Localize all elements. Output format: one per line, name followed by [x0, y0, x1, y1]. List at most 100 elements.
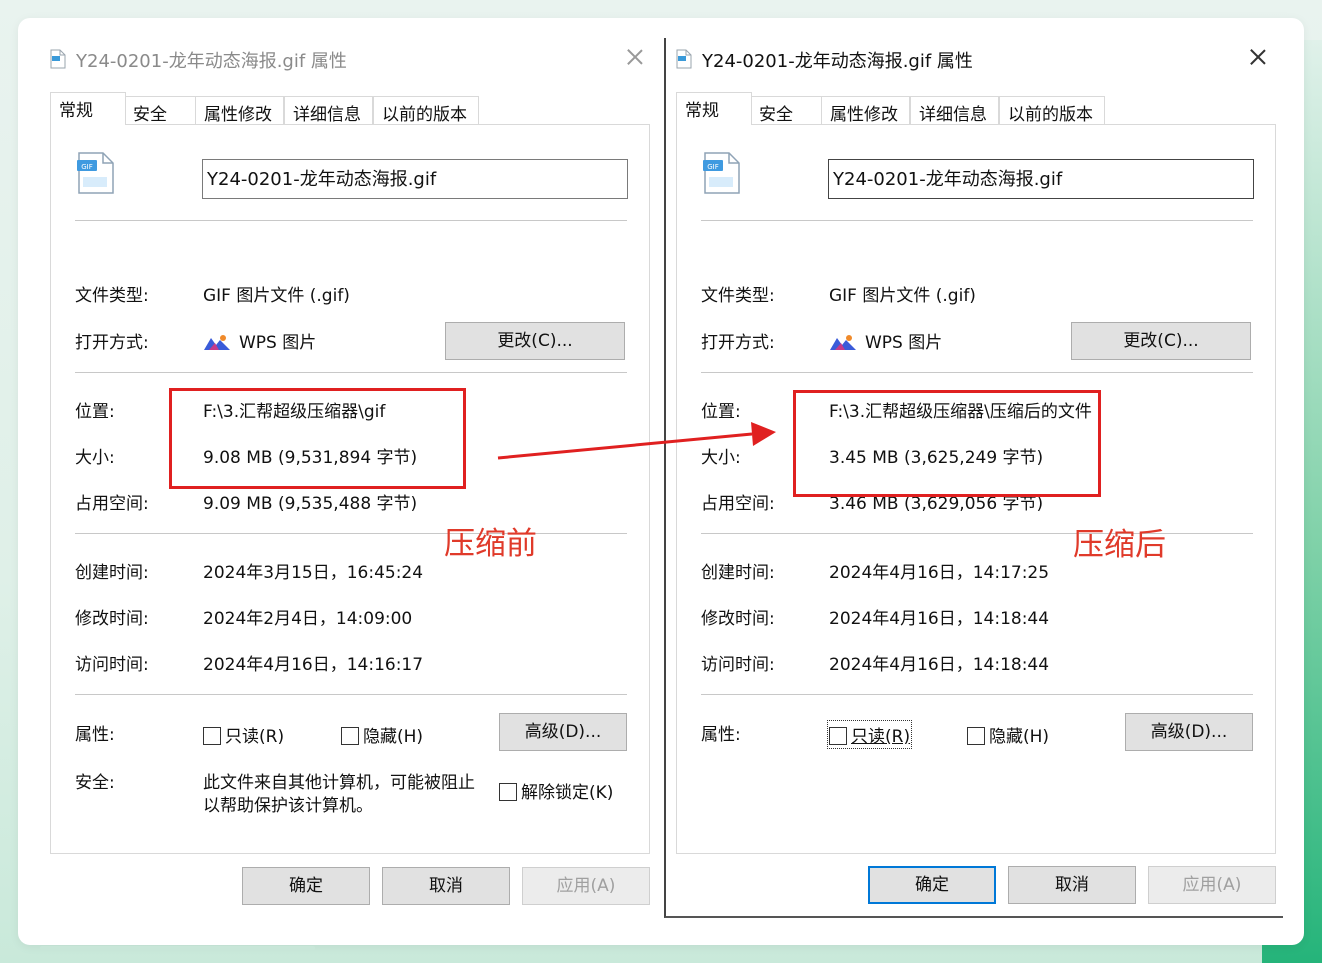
open-with-value: WPS 图片	[829, 328, 942, 353]
readonly-checkbox-label: 只读(R)	[225, 727, 285, 747]
accessed-value: 2024年4月16日，14:16:17	[203, 655, 424, 675]
unblock-checkbox[interactable]: 解除锁定(K)	[499, 778, 613, 803]
accessed-value: 2024年4月16日，14:18:44	[829, 655, 1050, 675]
readonly-checkbox[interactable]: 只读(R)	[826, 720, 913, 749]
size-label: 大小:	[75, 448, 115, 468]
unblock-checkbox-label: 解除锁定(K)	[521, 783, 614, 803]
hidden-checkbox-label: 隐藏(H)	[989, 727, 1050, 747]
divider	[75, 533, 627, 534]
divider	[75, 220, 627, 221]
attributes-label: 属性:	[701, 725, 741, 745]
file-name-field[interactable]: Y24-0201-龙年动态海报.gif	[202, 159, 628, 199]
highlight-box-after	[793, 390, 1101, 497]
attributes-label: 属性:	[75, 725, 115, 745]
readonly-checkbox[interactable]: 只读(R)	[203, 722, 284, 747]
divider	[701, 533, 1253, 534]
tab-previous-versions[interactable]: 以前的版本	[373, 96, 479, 125]
advanced-button[interactable]: 高级(D)...	[1125, 713, 1253, 751]
apply-button[interactable]: 应用(A)	[1148, 866, 1276, 904]
location-label: 位置:	[75, 402, 115, 422]
open-with-label: 打开方式:	[75, 333, 149, 353]
change-button[interactable]: 更改(C)...	[445, 322, 625, 360]
checkbox-box[interactable]	[341, 727, 359, 745]
security-text-line2: 以帮助保护该计算机。	[203, 796, 373, 816]
tab-security[interactable]: 安全	[750, 96, 822, 125]
hidden-checkbox-label: 隐藏(H)	[363, 727, 424, 747]
accessed-label: 访问时间:	[701, 655, 775, 675]
wps-picture-icon	[830, 335, 856, 350]
size-on-disk-label: 占用空间:	[701, 494, 775, 514]
file-type-value: GIF 图片文件 (.gif)	[829, 286, 976, 306]
size-on-disk-value: 9.09 MB (9,535,488 字节)	[203, 494, 418, 514]
tab-attribute-edit[interactable]: 属性修改	[821, 96, 910, 125]
file-icon	[676, 49, 692, 69]
annotation-after: 压缩后	[1073, 527, 1166, 563]
open-with-app: WPS 图片	[239, 333, 317, 353]
file-icon	[50, 49, 66, 69]
cancel-button[interactable]: 取消	[382, 867, 510, 905]
security-text-line1: 此文件来自其他计算机，可能被阻止	[203, 773, 475, 793]
file-name-field[interactable]: Y24-0201-龙年动态海报.gif	[828, 159, 1254, 199]
title-bar[interactable]: Y24-0201-龙年动态海报.gif 属性	[666, 38, 1283, 78]
window-title: Y24-0201-龙年动态海报.gif 属性	[702, 51, 973, 72]
created-label: 创建时间:	[701, 563, 775, 583]
change-button[interactable]: 更改(C)...	[1071, 322, 1251, 360]
accessed-label: 访问时间:	[75, 655, 149, 675]
tab-general[interactable]: 常规	[676, 92, 752, 125]
divider	[701, 220, 1253, 221]
gif-file-icon: GIF	[77, 152, 114, 194]
divider	[701, 694, 1253, 695]
tab-general[interactable]: 常规	[50, 92, 126, 125]
advanced-button[interactable]: 高级(D)...	[499, 713, 627, 751]
annotation-before: 压缩前	[444, 526, 537, 562]
dialog-buttons: 确定 取消 应用(A)	[40, 866, 660, 906]
highlight-box-before	[169, 388, 466, 489]
divider	[701, 372, 1253, 373]
modified-label: 修改时间:	[701, 609, 775, 629]
modified-value: 2024年2月4日，14:09:00	[203, 609, 413, 629]
open-with-value: WPS 图片	[203, 328, 316, 353]
created-value: 2024年3月15日，16:45:24	[203, 563, 424, 583]
size-label: 大小:	[701, 448, 741, 468]
close-icon[interactable]	[1247, 46, 1269, 68]
wps-picture-icon	[204, 335, 230, 350]
readonly-checkbox-label: 只读(R)	[851, 727, 911, 747]
svg-text:GIF: GIF	[81, 163, 93, 171]
checkbox-box[interactable]	[203, 727, 221, 745]
general-panel: GIF Y24-0201-龙年动态海报.gif 文件类型: GIF 图片文件 (…	[50, 124, 650, 854]
file-type-value: GIF 图片文件 (.gif)	[203, 286, 350, 306]
tab-details[interactable]: 详细信息	[910, 96, 999, 125]
svg-text:GIF: GIF	[707, 163, 719, 171]
checkbox-box[interactable]	[499, 783, 517, 801]
modified-label: 修改时间:	[75, 609, 149, 629]
ok-button[interactable]: 确定	[868, 866, 996, 904]
hidden-checkbox[interactable]: 隐藏(H)	[967, 722, 1049, 747]
divider	[75, 372, 627, 373]
title-bar[interactable]: Y24-0201-龙年动态海报.gif 属性	[40, 38, 660, 78]
tab-attribute-edit[interactable]: 属性修改	[195, 96, 284, 125]
ok-button[interactable]: 确定	[242, 867, 370, 905]
size-on-disk-label: 占用空间:	[75, 494, 149, 514]
modified-value: 2024年4月16日，14:18:44	[829, 609, 1050, 629]
hidden-checkbox[interactable]: 隐藏(H)	[341, 722, 423, 747]
tab-security[interactable]: 安全	[124, 96, 196, 125]
open-with-label: 打开方式:	[701, 333, 775, 353]
progress-line	[40, 946, 315, 950]
file-type-label: 文件类型:	[75, 286, 149, 306]
cancel-button[interactable]: 取消	[1008, 866, 1136, 904]
file-type-label: 文件类型:	[701, 286, 775, 306]
checkbox-box[interactable]	[829, 727, 847, 745]
divider	[75, 694, 627, 695]
open-with-app: WPS 图片	[865, 333, 943, 353]
created-value: 2024年4月16日，14:17:25	[829, 563, 1050, 583]
checkbox-box[interactable]	[967, 727, 985, 745]
tab-previous-versions[interactable]: 以前的版本	[999, 96, 1105, 125]
close-icon[interactable]	[624, 46, 646, 68]
created-label: 创建时间:	[75, 563, 149, 583]
tab-details[interactable]: 详细信息	[284, 96, 373, 125]
window-title: Y24-0201-龙年动态海报.gif 属性	[76, 51, 347, 72]
apply-button[interactable]: 应用(A)	[522, 867, 650, 905]
gif-file-icon: GIF	[703, 152, 740, 194]
security-label: 安全:	[75, 773, 115, 793]
dialog-buttons: 确定 取消 应用(A)	[666, 866, 1283, 906]
